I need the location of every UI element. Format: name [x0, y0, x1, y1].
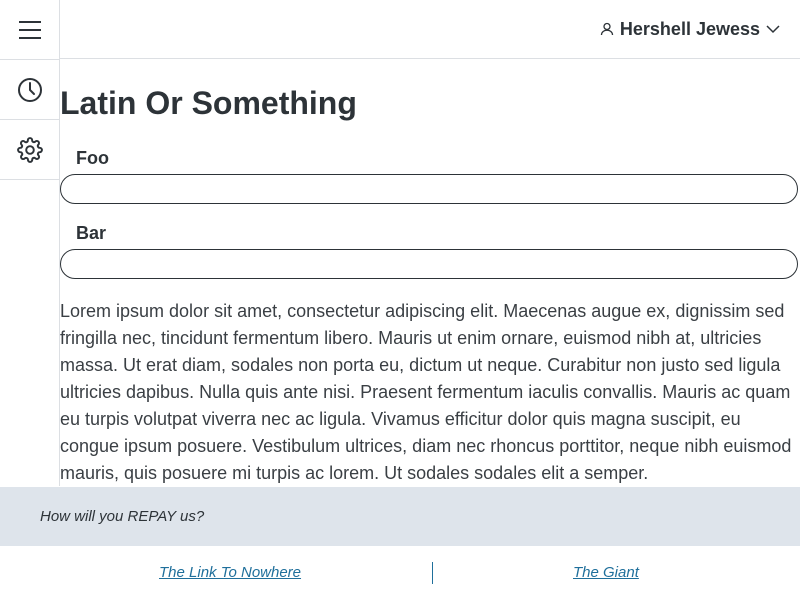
bar-label: Bar: [76, 223, 107, 243]
footer-link-nowhere[interactable]: The Link To Nowhere: [159, 564, 301, 581]
footer-link-giant[interactable]: The Giant: [573, 564, 639, 581]
clock-icon: [17, 77, 42, 102]
top-header: Hershell Jewess: [60, 0, 800, 59]
gear-icon: [16, 136, 43, 163]
user-name: Hershell Jewess: [619, 18, 760, 39]
banner-text: How will you REPAY us?: [40, 508, 205, 525]
prompt-banner: How will you REPAY us?: [0, 487, 800, 546]
history-button[interactable]: [0, 60, 59, 120]
page-title: Latin Or Something: [60, 85, 357, 121]
menu-button[interactable]: [0, 0, 59, 60]
settings-button[interactable]: [0, 120, 59, 180]
menu-icon: [18, 20, 41, 39]
foo-label: Foo: [76, 148, 109, 168]
foo-input[interactable]: [60, 174, 798, 204]
body-text: Lorem ipsum dolor sit amet, consectetur …: [60, 301, 792, 483]
chevron-down-icon: [766, 25, 780, 34]
user-icon: [600, 22, 614, 36]
sidebar: [0, 0, 60, 486]
footer-divider: [432, 562, 433, 584]
bar-input[interactable]: [60, 249, 798, 279]
user-menu[interactable]: Hershell Jewess: [600, 0, 780, 58]
footer: The Link To Nowhere The Giant: [0, 546, 800, 600]
